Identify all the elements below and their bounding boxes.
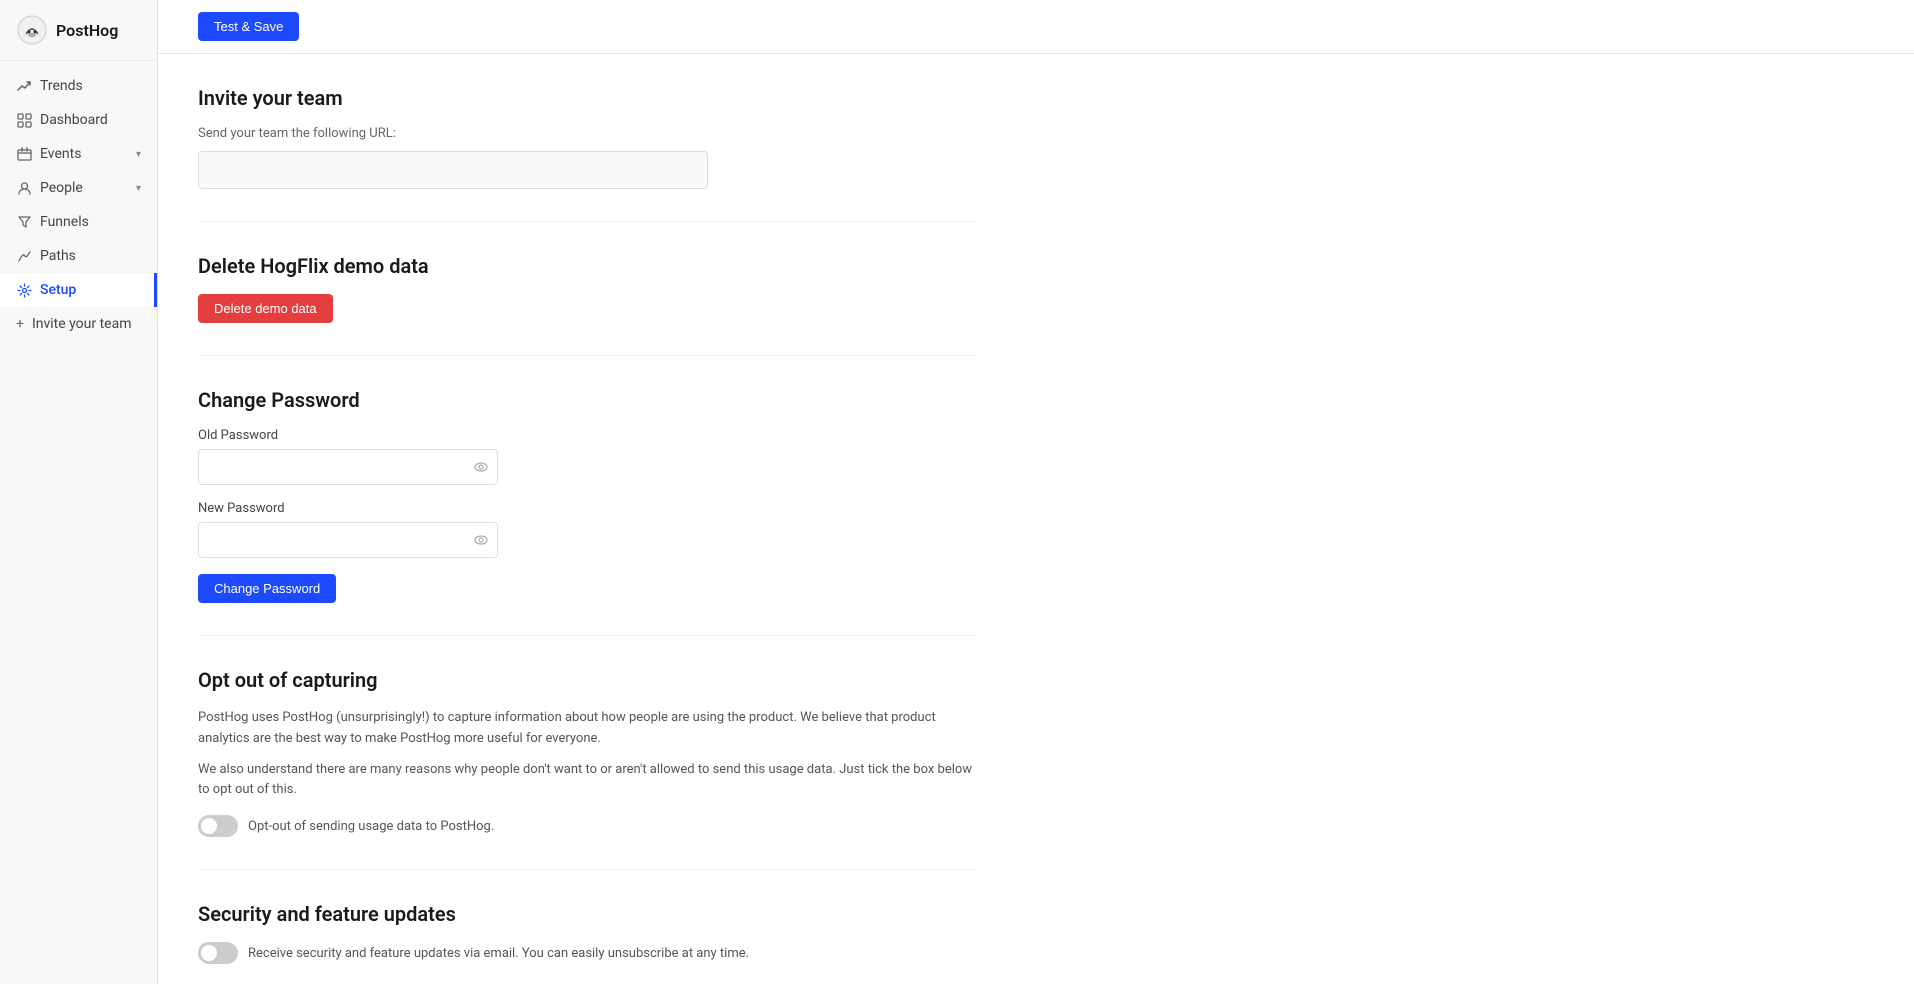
delete-demo-button[interactable]: Delete demo data: [198, 294, 333, 323]
new-password-wrap: [198, 522, 498, 558]
dashboard-label: Dashboard: [40, 112, 108, 128]
events-icon: [16, 146, 32, 162]
setup-icon: [16, 282, 32, 298]
app-title: PostHog: [56, 21, 118, 40]
change-password-button[interactable]: Change Password: [198, 574, 336, 603]
sidebar: PostHog Trends Dashboard: [0, 0, 158, 984]
paths-icon: [16, 248, 32, 264]
security-toggle-thumb: [201, 945, 217, 961]
old-password-group: Old Password: [198, 428, 978, 485]
sidebar-item-setup[interactable]: Setup: [0, 273, 157, 307]
events-chevron: ▾: [136, 149, 141, 160]
opt-out-toggle[interactable]: [198, 815, 238, 837]
people-chevron: ▾: [136, 183, 141, 194]
sidebar-item-trends[interactable]: Trends: [0, 69, 157, 103]
invite-plus-icon: +: [16, 316, 24, 332]
people-label: People: [40, 180, 83, 196]
security-toggle-row: Receive security and feature updates via…: [198, 942, 978, 964]
opt-out-title: Opt out of capturing: [198, 668, 978, 692]
delete-demo-title: Delete HogFlix demo data: [198, 254, 978, 278]
invite-label: Invite your team: [32, 316, 132, 332]
security-toggle[interactable]: [198, 942, 238, 964]
people-icon: [16, 180, 32, 196]
section-delete-demo: Delete HogFlix demo data Delete demo dat…: [198, 222, 978, 356]
opt-out-text2: We also understand there are many reason…: [198, 760, 978, 802]
main-inner: Invite your team Send your team the foll…: [158, 54, 1018, 984]
top-bar: Test & Save: [158, 0, 1914, 54]
sidebar-item-people[interactable]: People ▾: [0, 171, 157, 205]
main-content: Test & Save Invite your team Send your t…: [158, 0, 1914, 984]
opt-out-toggle-row: Opt-out of sending usage data to PostHog…: [198, 815, 978, 837]
sidebar-item-funnels[interactable]: Funnels: [0, 205, 157, 239]
app-logo: PostHog: [0, 0, 157, 61]
new-password-label: New Password: [198, 501, 978, 516]
trends-icon: [16, 78, 32, 94]
setup-label: Setup: [40, 282, 76, 298]
new-password-group: New Password: [198, 501, 978, 558]
events-label: Events: [40, 146, 81, 162]
old-password-wrap: [198, 449, 498, 485]
section-invite-team: Invite your team Send your team the foll…: [198, 54, 978, 222]
section-security-updates: Security and feature updates Receive sec…: [198, 870, 978, 984]
sidebar-item-paths[interactable]: Paths: [0, 239, 157, 273]
security-updates-title: Security and feature updates: [198, 902, 978, 926]
new-password-input[interactable]: [198, 522, 498, 558]
opt-out-toggle-label: Opt-out of sending usage data to PostHog…: [248, 819, 494, 834]
section-change-password: Change Password Old Password New Passwor…: [198, 356, 978, 636]
old-password-eye-icon[interactable]: [474, 460, 488, 474]
funnels-label: Funnels: [40, 214, 89, 230]
old-password-label: Old Password: [198, 428, 978, 443]
sidebar-item-dashboard[interactable]: Dashboard: [0, 103, 157, 137]
invite-team-title: Invite your team: [198, 86, 978, 110]
security-toggle-label: Receive security and feature updates via…: [248, 946, 749, 961]
sidebar-invite-team[interactable]: + Invite your team: [0, 307, 157, 341]
new-password-eye-icon[interactable]: [474, 533, 488, 547]
invite-url-input[interactable]: [198, 151, 708, 189]
trends-label: Trends: [40, 78, 83, 94]
opt-out-text1: PostHog uses PostHog (unsurprisingly!) t…: [198, 708, 978, 750]
funnels-icon: [16, 214, 32, 230]
old-password-input[interactable]: [198, 449, 498, 485]
invite-team-subtitle: Send your team the following URL:: [198, 126, 978, 141]
security-toggle-track[interactable]: [198, 942, 238, 964]
dashboard-icon: [16, 112, 32, 128]
posthog-logo-icon: [16, 14, 48, 46]
sidebar-nav: Trends Dashboard: [0, 61, 157, 984]
opt-out-toggle-thumb: [201, 818, 217, 834]
section-opt-out: Opt out of capturing PostHog uses PostHo…: [198, 636, 978, 870]
sidebar-item-events[interactable]: Events ▾: [0, 137, 157, 171]
test-save-button[interactable]: Test & Save: [198, 12, 299, 41]
change-password-title: Change Password: [198, 388, 978, 412]
opt-out-toggle-track[interactable]: [198, 815, 238, 837]
paths-label: Paths: [40, 248, 76, 264]
